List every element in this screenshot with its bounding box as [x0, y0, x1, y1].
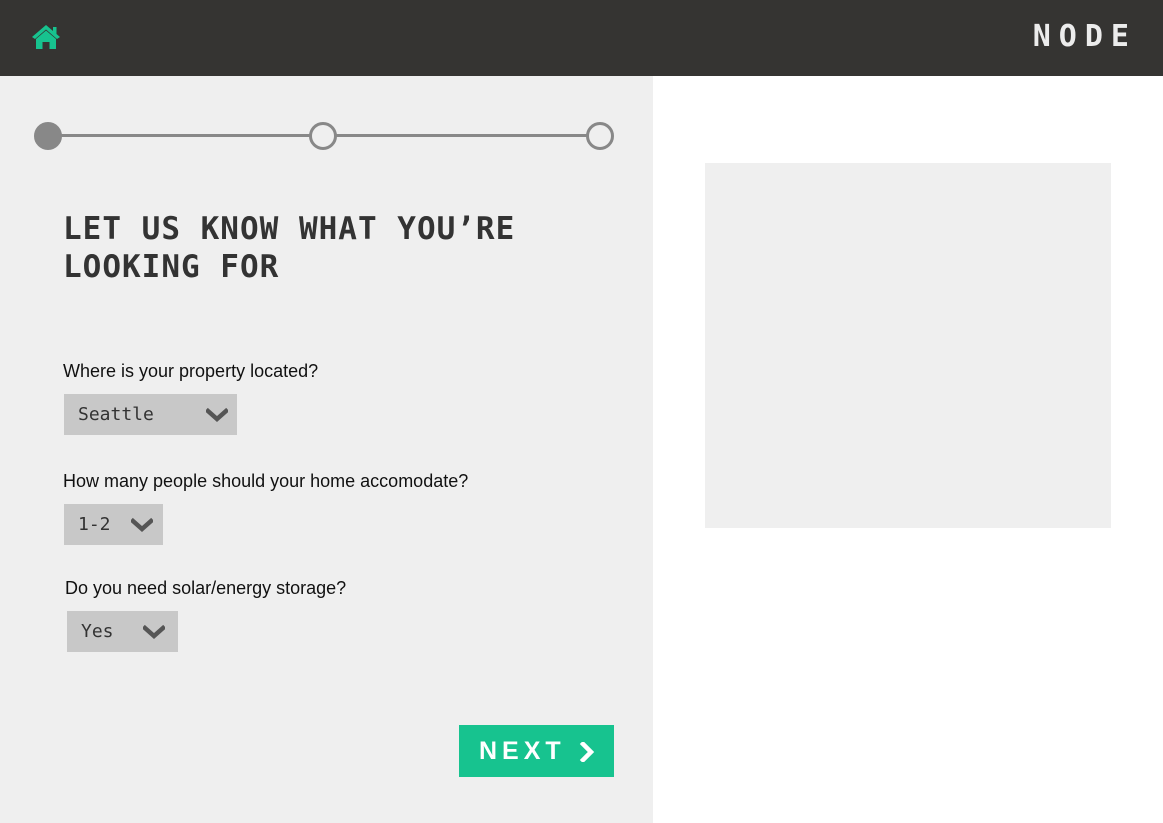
chevron-down-icon: [131, 517, 153, 533]
solar-select-value: Yes: [81, 621, 114, 642]
step-2-dot: [309, 122, 337, 150]
page-title: LET US KNOW WHAT YOU’RE LOOKING FOR: [63, 211, 516, 285]
stepper-line: [48, 134, 324, 137]
step-3-dot: [586, 122, 614, 150]
form-panel: LET US KNOW WHAT YOU’RE LOOKING FOR Wher…: [0, 76, 653, 823]
people-select[interactable]: 1-2: [64, 504, 163, 545]
next-button[interactable]: NEXT: [459, 725, 614, 777]
stepper-line: [336, 134, 602, 137]
progress-stepper: [34, 121, 616, 151]
location-question: Where is your property located?: [63, 361, 319, 381]
image-placeholder: [705, 163, 1111, 528]
chevron-down-icon: [143, 624, 165, 640]
people-question: How many people should your home accomod…: [63, 471, 469, 491]
chevron-down-icon: [206, 407, 228, 423]
solar-question: Do you need solar/energy storage?: [65, 578, 347, 598]
preview-panel: [653, 76, 1163, 823]
solar-select[interactable]: Yes: [67, 611, 178, 652]
location-select-value: Seattle: [78, 404, 154, 425]
chevron-right-icon: [579, 742, 595, 762]
people-select-value: 1-2: [78, 514, 111, 535]
location-select[interactable]: Seattle: [64, 394, 237, 435]
next-button-label: NEXT: [479, 737, 566, 765]
home-icon[interactable]: [30, 23, 62, 51]
brand-logo: NODE: [1032, 19, 1137, 54]
step-1-dot: [34, 122, 62, 150]
top-bar: NODE: [0, 0, 1163, 76]
